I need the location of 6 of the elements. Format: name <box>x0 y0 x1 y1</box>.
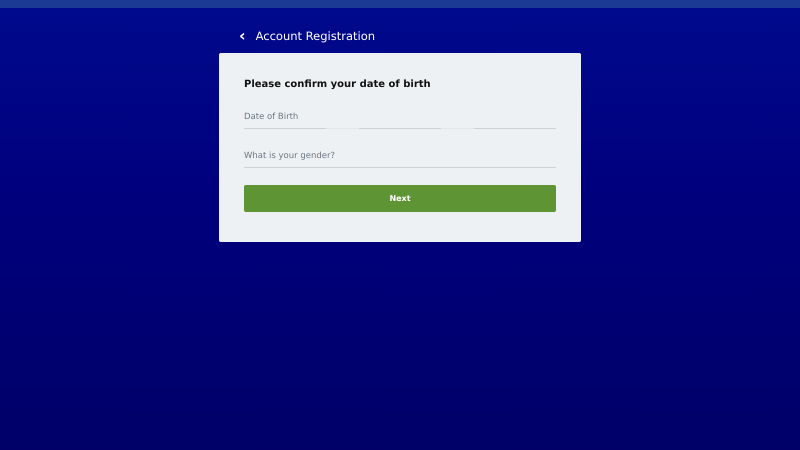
form-heading: Please confirm your date of birth <box>244 79 432 90</box>
date-field[interactable]: Date of Birth <box>244 112 556 128</box>
input-field[interactable]: What is your gender? <box>244 151 556 168</box>
page-title: Account Registration <box>256 28 376 42</box>
back-button[interactable]: ‹ <box>239 28 246 44</box>
next-button[interactable]: Next <box>244 185 556 212</box>
